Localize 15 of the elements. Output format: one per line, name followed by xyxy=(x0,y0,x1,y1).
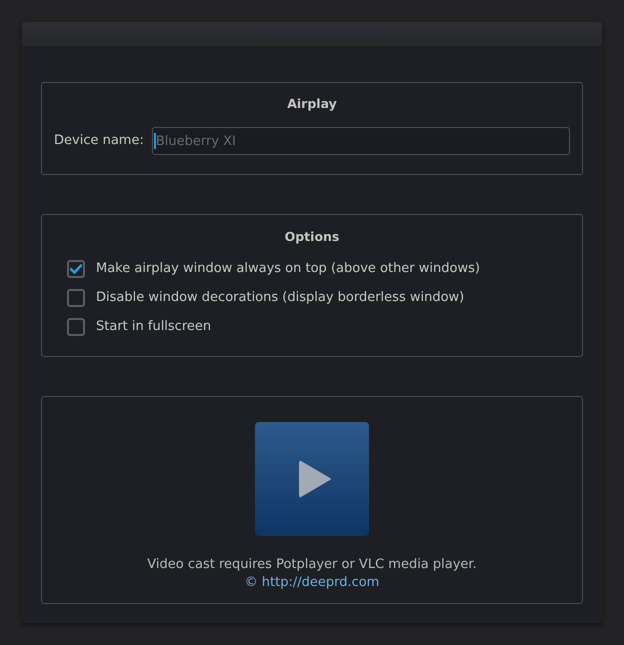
checkbox-label[interactable]: Start in fullscreen xyxy=(96,318,212,336)
checkmark-icon xyxy=(70,264,82,274)
play-icon xyxy=(298,459,332,499)
checkbox[interactable] xyxy=(67,318,85,336)
play-button[interactable] xyxy=(255,422,369,536)
field-label: Device name: xyxy=(54,132,144,150)
website-link[interactable]: © http://deeprd.com xyxy=(244,574,380,592)
checkbox[interactable] xyxy=(67,289,85,307)
device-name-field[interactable]: Blueberry XI xyxy=(152,127,570,155)
checkbox-label[interactable]: Make airplay window always on top (above other windows) xyxy=(96,260,480,278)
checkbox-label[interactable]: Disable window decorations (display borderless window) xyxy=(96,289,464,307)
group-title: Options xyxy=(284,228,340,246)
group-title: Airplay xyxy=(286,95,338,113)
requirement-message: Video cast requires Potplayer or VLC media player. xyxy=(147,556,477,574)
checkbox[interactable] xyxy=(67,260,85,278)
